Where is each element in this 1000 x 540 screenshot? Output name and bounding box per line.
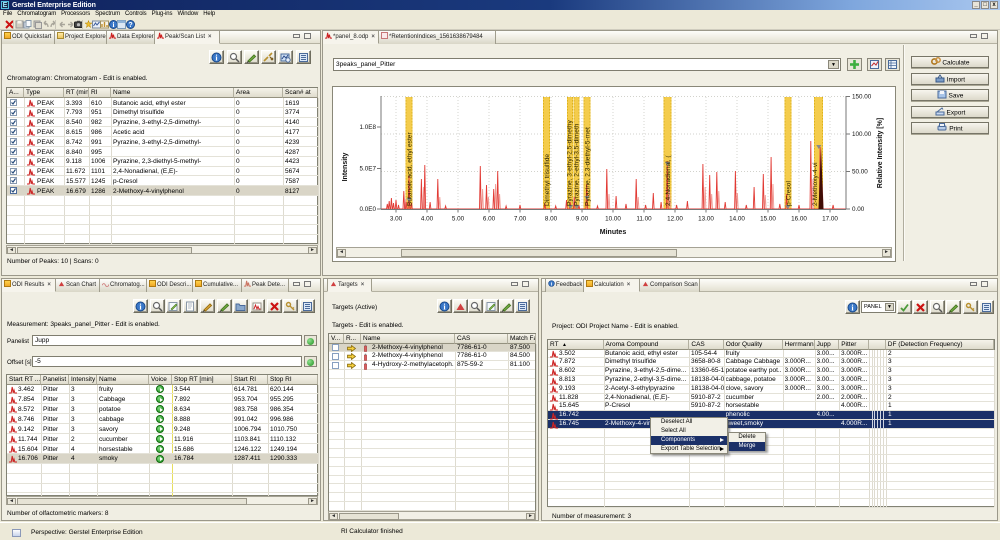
svg-text:2,4-Nonadienal, (: 2,4-Nonadienal, ( [665,155,672,206]
svg-text:5.00: 5.00 [452,216,465,223]
svg-text:12.00: 12.00 [667,216,683,223]
svg-text:150.00: 150.00 [852,94,872,101]
svg-text:4.00: 4.00 [421,216,434,223]
svg-text:i: i [113,21,115,29]
svg-text:5.0E7: 5.0E7 [360,166,377,173]
svg-text:6.00: 6.00 [483,216,496,223]
svg-text:1.0E8: 1.0E8 [360,124,377,131]
svg-text:p-Cresol: p-Cresol [786,181,793,206]
svg-text:8.00: 8.00 [545,216,558,223]
svg-text:Intensity: Intensity [342,153,349,182]
svg-text:Butanoic acid, ethyl ester: Butanoic acid, ethyl ester [407,132,414,206]
svg-text:Pyrazine, 2,3-diethyl-5-met: Pyrazine, 2,3-diethyl-5-met [585,127,592,206]
svg-text:0.0E0: 0.0E0 [360,206,377,213]
svg-text:Minutes: Minutes [600,229,627,236]
svg-text:17.00: 17.00 [822,216,838,223]
svg-text:Dimethyl trisulfide: Dimethyl trisulfide [544,154,551,206]
svg-text:2-Methoxy-4-vi: 2-Methoxy-4-vi [812,162,819,206]
svg-text:Pyrazine, 2-ethyl-3,5-dimeth: Pyrazine, 2-ethyl-3,5-dimeth [574,123,581,206]
svg-text:100.00: 100.00 [852,131,872,138]
svg-text:9.00: 9.00 [576,216,589,223]
svg-text:Pyrazine, 3-ethyl-2,5-dimethy: Pyrazine, 3-ethyl-2,5-dimethy [567,120,574,206]
svg-text:50.00: 50.00 [852,169,868,176]
svg-text:13.00: 13.00 [698,216,714,223]
svg-text:15.00: 15.00 [760,216,776,223]
svg-text:10.00: 10.00 [605,216,621,223]
svg-text:14.00: 14.00 [729,216,745,223]
svg-text:16.00: 16.00 [791,216,807,223]
svg-text:?: ? [128,22,132,29]
svg-text:11.00: 11.00 [636,216,652,223]
svg-text:0.00: 0.00 [852,206,865,213]
svg-text:3.00: 3.00 [390,216,403,223]
svg-text:Relative Intensity [%]: Relative Intensity [%] [877,118,884,188]
svg-text:7.00: 7.00 [514,216,527,223]
